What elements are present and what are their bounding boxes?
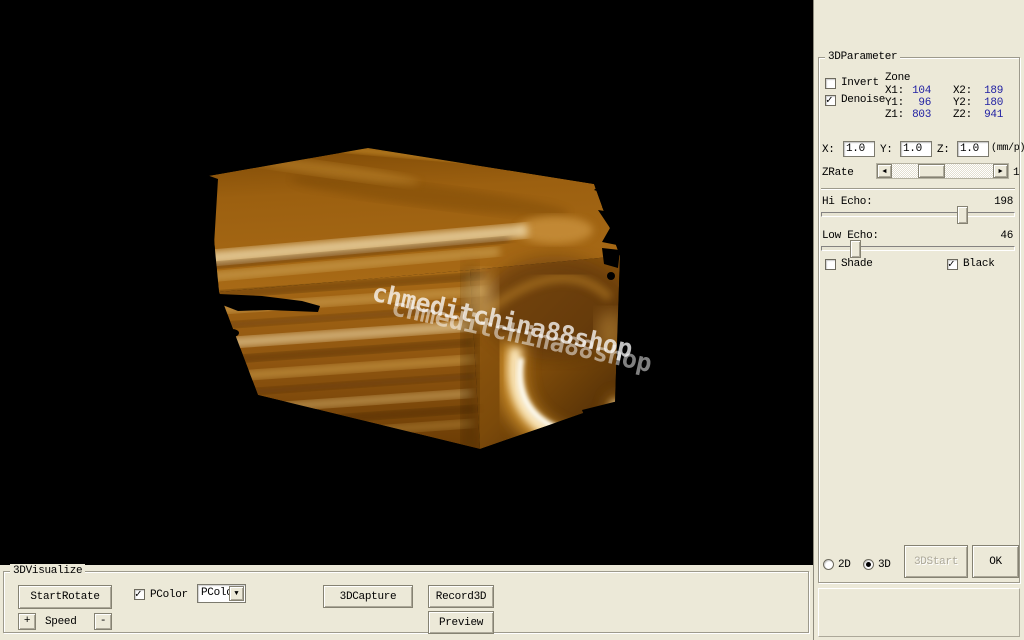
denoise-checkbox[interactable]: ✓ bbox=[825, 95, 836, 107]
zone-x1-label: X1: bbox=[885, 85, 904, 97]
mode-2d-label: 2D bbox=[838, 559, 851, 571]
3dstart-button[interactable]: 3DStart bbox=[904, 545, 968, 578]
z-spacing-label: Z: bbox=[937, 144, 950, 156]
zone-z1-value: 803 bbox=[912, 109, 931, 121]
low-echo-slider[interactable] bbox=[821, 240, 1015, 258]
3dcapture-button[interactable]: 3DCapture bbox=[323, 585, 413, 608]
render-viewport[interactable]: chmeditchina88shop chmeditchina88shop bbox=[0, 0, 813, 565]
spacing-unit-label: (mm/p) bbox=[991, 143, 1024, 154]
shade-checkbox[interactable] bbox=[825, 259, 836, 270]
zone-z1-label: Z1: bbox=[885, 109, 904, 121]
check-icon: ✓ bbox=[948, 259, 955, 271]
parameter-groupbox: 3DParameter Invert ✓ Denoise Zone X1: 10… bbox=[818, 50, 1024, 583]
black-checkbox[interactable]: ✓ bbox=[947, 259, 958, 271]
zone-label: Zone bbox=[885, 72, 911, 84]
speed-label: Speed bbox=[45, 616, 77, 628]
pcolor-label: PColor bbox=[150, 589, 188, 601]
invert-checkbox[interactable] bbox=[825, 78, 836, 89]
panel-footer-bevel bbox=[818, 588, 1020, 637]
hi-echo-slider[interactable] bbox=[821, 206, 1015, 224]
z-spacing-input[interactable] bbox=[957, 141, 989, 157]
zone-y2-value: 180 bbox=[984, 97, 1003, 109]
dropdown-arrow-icon[interactable]: ▼ bbox=[229, 586, 244, 601]
zone-z2-value: 941 bbox=[984, 109, 1003, 121]
check-icon: ✓ bbox=[826, 95, 833, 107]
zone-y1-value: 96 bbox=[918, 97, 931, 109]
pcolor-combobox[interactable]: PColor ▼ bbox=[197, 584, 246, 603]
shade-label: Shade bbox=[841, 258, 873, 270]
visualize-group-title: 3DVisualize bbox=[10, 564, 86, 578]
zrate-label: ZRate bbox=[822, 167, 854, 179]
zone-x1-value: 104 bbox=[912, 85, 931, 97]
zone-x2-label: X2: bbox=[953, 85, 972, 97]
zone-y1-label: Y1: bbox=[885, 97, 904, 109]
scroll-right-icon[interactable]: ► bbox=[993, 164, 1008, 178]
zrate-scrollbar[interactable]: ◄ ► bbox=[876, 163, 1009, 179]
ok-button[interactable]: OK bbox=[972, 545, 1019, 578]
zone-z2-label: Z2: bbox=[953, 109, 972, 121]
low-echo-slider-thumb[interactable] bbox=[850, 240, 861, 258]
preview-button[interactable]: Preview bbox=[428, 611, 494, 634]
zrate-value: 1 bbox=[1013, 167, 1020, 179]
separator bbox=[821, 188, 1015, 190]
zone-x2-value: 189 bbox=[984, 85, 1003, 97]
visualize-panel: 3DVisualize StartRotate + Speed - ✓ PCol… bbox=[0, 564, 813, 640]
mode-3d-radio[interactable] bbox=[863, 559, 874, 570]
denoise-label: Denoise bbox=[841, 94, 886, 106]
hi-echo-value: 198 bbox=[994, 196, 1013, 208]
hi-echo-label: Hi Echo: bbox=[822, 196, 873, 208]
volume-render: chmeditchina88shop chmeditchina88shop bbox=[0, 0, 813, 565]
hi-echo-slider-thumb[interactable] bbox=[957, 206, 968, 224]
y-spacing-label: Y: bbox=[880, 144, 893, 156]
mode-2d-radio[interactable] bbox=[823, 559, 834, 570]
x-spacing-input[interactable] bbox=[843, 141, 875, 157]
parameter-panel: 3DParameter Invert ✓ Denoise Zone X1: 10… bbox=[813, 0, 1024, 640]
record3d-button[interactable]: Record3D bbox=[428, 585, 494, 608]
y-spacing-input[interactable] bbox=[900, 141, 932, 157]
low-echo-value: 46 bbox=[1000, 230, 1013, 242]
zone-y2-label: Y2: bbox=[953, 97, 972, 109]
x-spacing-label: X: bbox=[822, 144, 835, 156]
black-label: Black bbox=[963, 258, 995, 270]
pcolor-checkbox[interactable]: ✓ bbox=[134, 589, 145, 601]
check-icon: ✓ bbox=[135, 589, 142, 601]
speed-plus-button[interactable]: + bbox=[18, 613, 36, 630]
start-rotate-button[interactable]: StartRotate bbox=[18, 585, 112, 609]
parameter-group-title: 3DParameter bbox=[825, 50, 901, 64]
scroll-left-icon[interactable]: ◄ bbox=[877, 164, 892, 178]
invert-label: Invert bbox=[841, 77, 879, 89]
mode-3d-label: 3D bbox=[878, 559, 891, 571]
visualize-groupbox: 3DVisualize StartRotate + Speed - ✓ PCol… bbox=[3, 564, 809, 634]
zrate-scrollbar-thumb[interactable] bbox=[918, 164, 945, 178]
speed-minus-button[interactable]: - bbox=[94, 613, 112, 630]
